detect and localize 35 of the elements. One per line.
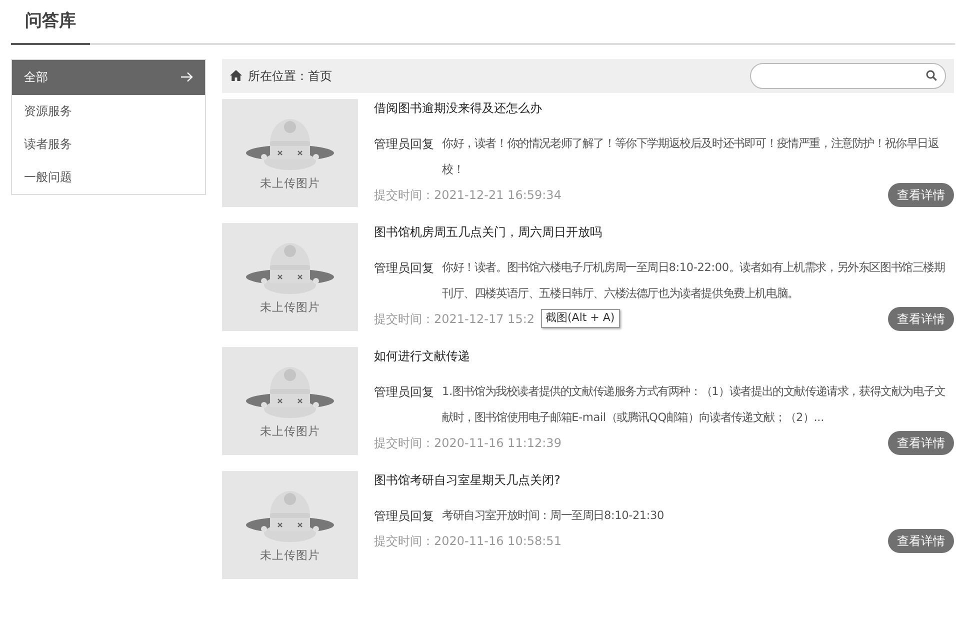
sidebar-item[interactable]: 读者服务 — [12, 128, 205, 160]
details-button[interactable]: 查看详情 — [888, 528, 954, 552]
submit-time: 提交时间：2021-12-17 15:2 — [374, 310, 534, 328]
reply-text: 1.图书馆为我校读者提供的文献传递服务方式有两种：（1）读者提出的文献传递请求，获得文献为电子文献时，图书馆使用电子邮箱E-mail（或腾讯QQ邮箱）向读者传递文献；（2）... — [442, 384, 946, 426]
reply-label: 管理员回复 — [374, 508, 434, 524]
placeholder-caption: 未上传图片 — [260, 174, 320, 192]
reply-text: 考研自习室开放时间：周一至周日8:10-21:30 — [442, 508, 664, 524]
details-button[interactable]: 查看详情 — [888, 182, 954, 206]
reply-label: 管理员回复 — [374, 136, 434, 152]
placeholder-caption: 未上传图片 — [260, 546, 320, 564]
details-button[interactable]: 查看详情 — [888, 306, 954, 330]
submit-time: 提交时间：2021-12-21 16:59:34 — [374, 186, 562, 204]
submit-time: 提交时间：2020-11-16 10:58:51 — [374, 532, 562, 550]
sidebar-item[interactable]: 全部 — [12, 60, 205, 94]
reply-label: 管理员回复 — [374, 260, 434, 276]
placeholder-caption: 未上传图片 — [260, 422, 320, 440]
question-title[interactable]: 借阅图书逾期没来得及还怎么办 — [374, 98, 954, 116]
question-title[interactable]: 图书馆机房周五几点关门，周六周日开放吗 — [374, 222, 954, 240]
submit-time: 提交时间：2020-11-16 11:12:39 — [374, 434, 562, 452]
page-title: 问答库 — [11, 0, 90, 44]
reply-label: 管理员回复 — [374, 384, 434, 400]
question-title[interactable]: 如何进行文献传递 — [374, 346, 954, 364]
details-button[interactable]: 查看详情 — [888, 430, 954, 454]
home-icon — [230, 70, 242, 81]
search-field[interactable] — [750, 62, 946, 88]
sidebar-item[interactable]: 资源服务 — [12, 94, 205, 128]
search-icon — [926, 70, 937, 81]
tooltip: 截图(Alt + A) — [540, 309, 620, 328]
breadcrumb-text: 所在位置：首页 — [248, 68, 332, 84]
arrow-icon — [181, 72, 193, 82]
sidebar-item[interactable]: 一般问题 — [12, 160, 205, 194]
reply-text: 你好，读者！你的情况老师了解了！等你下学期返校后及时还书即可！疫情严重，注意防护！祝你早日返校！ — [442, 136, 940, 178]
placeholder-caption: 未上传图片 — [260, 298, 320, 316]
reply-text: 你好！读者。图书馆六楼电子厅机房周一至周日8:10-22:00。读者如有上机需求，另外东区图书馆三楼期刊厅、四楼英语厅、五楼日韩厅、六楼法德厅也为读者提供免费上机电脑。 — [442, 260, 946, 302]
question-title[interactable]: 图书馆考研自习室星期天几点关闭? — [374, 470, 954, 488]
